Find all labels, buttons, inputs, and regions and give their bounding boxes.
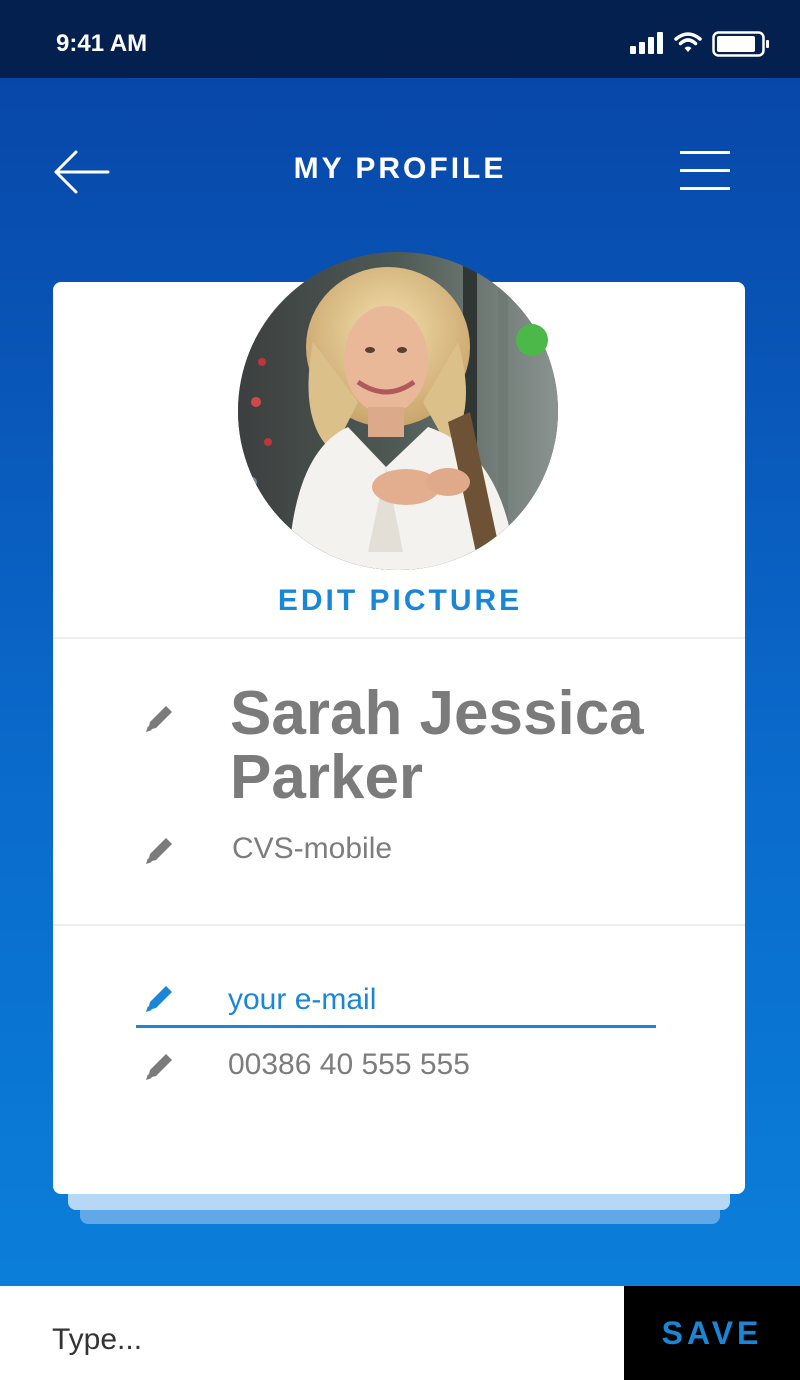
edit-email-pencil-icon[interactable] [142,982,176,1016]
edit-phone-pencil-icon[interactable] [142,1050,176,1084]
hamburger-menu-icon[interactable] [678,148,732,194]
battery-icon [712,31,769,57]
status-time: 9:41 AM [56,30,148,57]
online-status-indicator [516,324,548,356]
save-button[interactable]: SAVE [624,1286,800,1380]
edit-picture-button[interactable]: EDIT PICTURE [0,584,800,618]
profile-phone: 00386 40 555 555 [228,1048,470,1081]
cellular-signal-icon [630,32,663,54]
email-field[interactable] [228,978,648,1022]
profile-company: CVS-mobile [232,832,393,865]
divider [53,924,745,926]
profile-screen: 9:41 AM MY PROFILE EDIT PICTURE Sarah Je… [0,0,800,1380]
wifi-icon [674,32,702,52]
edit-company-pencil-icon[interactable] [142,834,176,868]
profile-avatar [238,252,558,570]
email-field-underline [136,1025,656,1028]
message-input[interactable] [52,1318,592,1362]
divider [53,637,745,639]
profile-name: Sarah Jessica Parker [230,679,644,812]
status-bar: 9:41 AM [0,0,800,78]
edit-name-pencil-icon[interactable] [142,702,176,736]
